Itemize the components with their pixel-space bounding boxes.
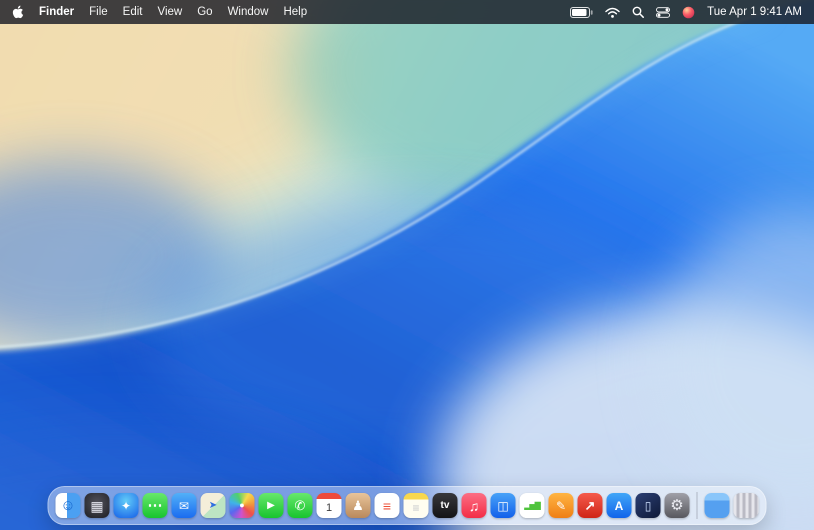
photos-dock-icon[interactable]: ● (230, 493, 255, 518)
status-area: Tue Apr 1 9:41 AM (570, 6, 802, 19)
maps-dock-icon[interactable]: ➤ (201, 493, 226, 518)
messages-glyph: ⋯ (148, 498, 163, 513)
trash-dock-icon[interactable] (734, 493, 759, 518)
dock: ☺ ▦ ✦ ⋯ ✉ ➤ ● ▶ ✆ 1 ♟ ≡ ≡ tv ♫ ◫ ▂▅▇ ✎ ↗ A ▯ ⚙ (48, 486, 767, 525)
reminders-dock-icon[interactable]: ≡ (375, 493, 400, 518)
menu-bar-left: Finder File Edit View Go Window Help (12, 5, 307, 19)
contacts-glyph: ♟ (352, 499, 364, 512)
keynote-dock-icon[interactable]: ◫ (491, 493, 516, 518)
rocket-app-dock-icon[interactable]: ↗ (578, 493, 603, 518)
menu-window[interactable]: Window (228, 6, 269, 18)
system-settings-dock-icon[interactable]: ⚙ (665, 493, 690, 518)
siri-icon[interactable] (682, 6, 695, 19)
contacts-dock-icon[interactable]: ♟ (346, 493, 371, 518)
downloads-dock-icon[interactable] (705, 493, 730, 518)
finder-dock-icon[interactable]: ☺ (56, 493, 81, 518)
pages-dock-icon[interactable]: ✎ (549, 493, 574, 518)
facetime-glyph: ▶ (267, 501, 275, 511)
app-store-glyph: A (615, 500, 624, 512)
apple-logo-icon (12, 5, 24, 19)
tv-glyph: tv (441, 501, 450, 511)
notes-glyph: ≡ (412, 498, 419, 514)
maps-glyph: ➤ (209, 501, 217, 511)
phone-glyph: ✆ (295, 499, 306, 512)
desktop-wallpaper[interactable] (0, 0, 814, 530)
control-center-icon[interactable] (656, 7, 670, 18)
tv-dock-icon[interactable]: tv (433, 493, 458, 518)
launchpad-dock-icon[interactable]: ▦ (85, 493, 110, 518)
notes-dock-icon[interactable]: ≡ (404, 493, 429, 518)
safari-dock-icon[interactable]: ✦ (114, 493, 139, 518)
calendar-dock-icon[interactable]: 1 (317, 493, 342, 518)
spotlight-icon[interactable] (632, 6, 644, 18)
wallpaper-art (0, 0, 814, 530)
menu-items: File Edit View Go Window Help (89, 6, 307, 18)
menu-go[interactable]: Go (197, 6, 212, 18)
facetime-dock-icon[interactable]: ▶ (259, 493, 284, 518)
numbers-dock-icon[interactable]: ▂▅▇ (520, 493, 545, 518)
music-dock-icon[interactable]: ♫ (462, 493, 487, 518)
menu-bar: Finder File Edit View Go Window Help (0, 0, 814, 24)
menu-bar-clock[interactable]: Tue Apr 1 9:41 AM (707, 6, 802, 18)
dock-separator (697, 492, 698, 519)
photos-glyph: ● (239, 501, 244, 510)
wifi-icon[interactable] (605, 7, 620, 18)
menu-edit[interactable]: Edit (123, 6, 143, 18)
menu-view[interactable]: View (158, 6, 183, 18)
menu-help[interactable]: Help (283, 6, 307, 18)
pages-glyph: ✎ (556, 500, 566, 512)
phone-dock-icon[interactable]: ✆ (288, 493, 313, 518)
menu-file[interactable]: File (89, 6, 108, 18)
reminders-glyph: ≡ (383, 499, 391, 513)
battery-icon[interactable] (570, 7, 593, 18)
safari-glyph: ✦ (121, 500, 131, 512)
iphone-mirroring-glyph: ▯ (645, 500, 652, 512)
mail-dock-icon[interactable]: ✉ (172, 493, 197, 518)
music-glyph: ♫ (469, 499, 480, 513)
iphone-mirroring-dock-icon[interactable]: ▯ (636, 493, 661, 518)
apple-menu[interactable] (12, 5, 24, 19)
numbers-glyph: ▂▅▇ (524, 502, 539, 510)
system-settings-glyph: ⚙ (670, 498, 683, 513)
keynote-glyph: ◫ (497, 500, 508, 512)
active-app-name[interactable]: Finder (39, 6, 74, 18)
finder-glyph: ☺ (60, 498, 75, 513)
rocket-app-glyph: ↗ (585, 499, 596, 512)
mail-glyph: ✉ (179, 500, 189, 512)
messages-dock-icon[interactable]: ⋯ (143, 493, 168, 518)
launchpad-glyph: ▦ (90, 499, 103, 513)
calendar-glyph: 1 (326, 498, 332, 514)
app-store-dock-icon[interactable]: A (607, 493, 632, 518)
